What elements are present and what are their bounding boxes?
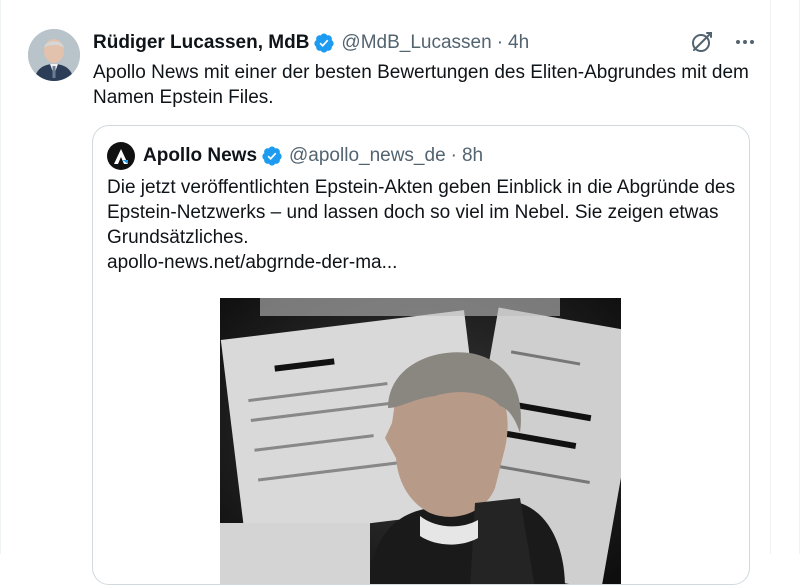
- tweet[interactable]: Rüdiger Lucassen, MdB @MdB_Lucassen · 4h…: [1, 0, 771, 585]
- quoted-tweet[interactable]: Apollo News @apollo_news_de · 8h Die jet…: [92, 125, 750, 585]
- article-image[interactable]: [220, 298, 621, 584]
- article-image-graphic: [220, 298, 621, 584]
- separator: ·: [450, 145, 457, 166]
- quote-text: Die jetzt veröffentlichten Epstein-Akten…: [107, 175, 737, 275]
- quote-author-name[interactable]: Apollo News: [143, 145, 257, 167]
- apollo-logo-icon[interactable]: [107, 142, 135, 170]
- more-icon[interactable]: [733, 30, 757, 54]
- timestamp[interactable]: 4h: [508, 32, 529, 54]
- avatar-image: [28, 29, 80, 81]
- article-link[interactable]: apollo-news.net/abgrnde-der-ma...: [107, 250, 737, 275]
- quote-body: Die jetzt veröffentlichten Epstein-Akten…: [107, 177, 736, 248]
- separator: ·: [496, 32, 504, 53]
- quote-timestamp[interactable]: 8h: [462, 145, 483, 167]
- timeline-frame: Rüdiger Lucassen, MdB @MdB_Lucassen · 4h…: [0, 0, 800, 585]
- verified-badge-icon: [314, 33, 335, 53]
- quote-header: Apollo News @apollo_news_de · 8h: [107, 142, 483, 170]
- author-handle[interactable]: @MdB_Lucassen: [341, 32, 491, 54]
- quote-author-handle[interactable]: @apollo_news_de: [289, 145, 446, 167]
- avatar[interactable]: [28, 29, 80, 81]
- tweet-header: Rüdiger Lucassen, MdB @MdB_Lucassen · 4h: [93, 30, 529, 56]
- tweet-text: Apollo News mit einer der besten Bewertu…: [93, 62, 749, 108]
- author-name[interactable]: Rüdiger Lucassen, MdB: [93, 32, 309, 54]
- grok-icon[interactable]: [689, 29, 715, 55]
- verified-badge-icon: [262, 146, 282, 166]
- tweet-actions: [689, 29, 757, 55]
